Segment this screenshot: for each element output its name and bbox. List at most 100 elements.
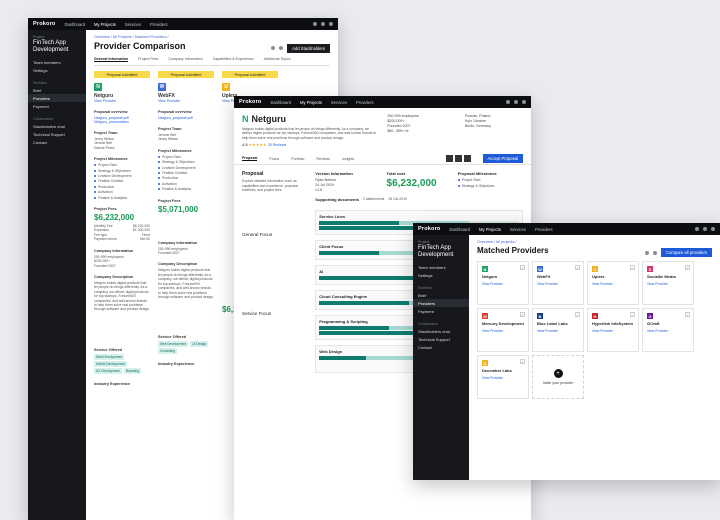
file-link[interactable]: Netguru_proposal.pdf (158, 116, 214, 120)
tab-fees[interactable]: Project Fees (138, 57, 158, 62)
sidebar-item-contact[interactable]: Contact (33, 138, 81, 146)
share-icon[interactable] (653, 250, 658, 255)
view-provider-link[interactable]: View Provider (482, 376, 524, 380)
sidebar-item-chat[interactable]: Stackholders chat (418, 327, 464, 335)
check-icon[interactable]: ✓ (575, 265, 580, 270)
provider-card[interactable]: H Hyperlink InfoSystem View Provider ✓ (587, 308, 639, 352)
provider-card[interactable]: N Netguru View Provider ✓ (477, 261, 529, 305)
check-icon[interactable]: ✓ (685, 265, 690, 270)
brand-logo[interactable]: Prokoro (33, 21, 56, 27)
nav-dashboard[interactable]: Dashboard (450, 227, 471, 232)
file-link[interactable]: Netguru_presentation (94, 120, 150, 124)
sidebar-item-settings[interactable]: Settings (33, 66, 81, 74)
sidebar-item-team[interactable]: Team members (418, 263, 464, 271)
check-icon[interactable]: ✓ (630, 312, 635, 317)
nav-providers[interactable]: Providers (150, 22, 168, 27)
nav-projects[interactable]: My Projects (479, 227, 501, 232)
proposal-heading: Proposal (242, 171, 264, 178)
nav-projects[interactable]: My Projects (300, 100, 322, 105)
sidebar-item-team[interactable]: Team members (33, 58, 81, 66)
nav-services[interactable]: Services (331, 100, 347, 105)
brand-logo[interactable]: Prokoro (418, 226, 441, 232)
bell-icon[interactable] (514, 100, 518, 104)
print-icon[interactable] (645, 250, 650, 255)
tab-proposal[interactable]: Proposal (242, 156, 258, 162)
bell-icon[interactable] (321, 22, 325, 26)
nav-providers[interactable]: Providers (356, 100, 374, 105)
reviews-link[interactable]: 25 Reviews (268, 143, 287, 147)
tab-general[interactable]: General Information (94, 57, 129, 62)
view-provider-link[interactable]: View Provider (482, 282, 524, 286)
provider-card[interactable]: B Blue Label Labs View Provider ✓ (532, 308, 584, 352)
provider-card[interactable]: U Uplers View Provider ✓ (587, 261, 639, 305)
provider-card[interactable]: D December Labs View Provider ✓ (477, 355, 529, 399)
search-icon[interactable] (695, 227, 699, 231)
sidebar-item-contact[interactable]: Contact (418, 343, 464, 351)
view-provider-link[interactable]: View Provider (94, 99, 150, 103)
avatar[interactable] (522, 100, 526, 104)
view-provider-link[interactable]: View Provider (592, 329, 634, 333)
sidebar-item-chat[interactable]: Stackholders chat (33, 122, 81, 130)
more-icon[interactable] (463, 155, 471, 163)
view-provider-link[interactable]: View Provider (592, 282, 634, 286)
provider-card[interactable]: G GCraft View Provider ✓ (642, 308, 694, 352)
search-icon[interactable] (506, 100, 510, 104)
grid-view-icon[interactable] (454, 155, 462, 163)
list-view-icon[interactable] (445, 155, 453, 163)
invite-provider-card[interactable]: + Invite your provider (532, 355, 584, 399)
accept-proposal-button[interactable]: Accept Proposal (482, 154, 523, 164)
avatar[interactable] (329, 22, 333, 26)
search-icon[interactable] (313, 22, 317, 26)
view-provider-link[interactable]: View Provider (537, 329, 579, 333)
view-provider-link[interactable]: View Provider (482, 329, 524, 333)
sidebar-item-support[interactable]: Technical Support (33, 130, 81, 138)
print-icon[interactable] (271, 46, 276, 50)
nav-providers[interactable]: Providers (535, 227, 553, 232)
sidebar-item-providers[interactable]: Providers (28, 94, 86, 102)
view-provider-link[interactable]: View Provider (158, 99, 214, 103)
check-icon[interactable]: ✓ (630, 265, 635, 270)
tab-portfolio[interactable]: Portfolio (291, 157, 304, 161)
sidebar-item-brief[interactable]: Brief (33, 86, 81, 94)
provider-card[interactable]: S Sociallix Media View Provider ✓ (642, 261, 694, 305)
docs-count[interactable]: 2 attachments (363, 197, 384, 204)
tab-additional[interactable]: Additional Topics (264, 57, 291, 62)
tab-capabilities[interactable]: Capabilities & Experience (213, 57, 254, 62)
add-stackholders-button[interactable]: Add Stackholders (287, 43, 330, 53)
sidebar-item-providers[interactable]: Providers (413, 299, 469, 307)
check-icon[interactable]: ✓ (520, 312, 525, 317)
check-icon[interactable]: ✓ (575, 312, 580, 317)
brand-logo[interactable]: Prokoro (239, 99, 262, 105)
location-link[interactable]: Berlin, Germany (465, 124, 523, 129)
check-icon[interactable]: ✓ (685, 312, 690, 317)
nav-services[interactable]: Services (125, 22, 141, 27)
sidebar-item-brief[interactable]: Brief (418, 291, 464, 299)
tab-insights[interactable]: Insights (342, 157, 354, 161)
view-provider-link[interactable]: View Provider (647, 282, 689, 286)
nav-projects[interactable]: My Projects (94, 22, 116, 27)
netguru-logo-icon: N (94, 83, 102, 91)
provider-card[interactable]: M Mercury Development View Provider ✓ (477, 308, 529, 352)
sidebar-item-payment[interactable]: Payment (33, 102, 81, 110)
share-icon[interactable] (279, 46, 284, 50)
check-icon[interactable]: ✓ (520, 359, 525, 364)
provider-card[interactable]: W WebFX View Provider ✓ (532, 261, 584, 305)
avatar[interactable] (711, 227, 715, 231)
view-provider-link[interactable]: View Provider (647, 329, 689, 333)
view-provider-link[interactable]: View Provider (537, 282, 579, 286)
nav-dashboard[interactable]: Dashboard (65, 22, 86, 27)
sidebar-item-settings[interactable]: Settings (418, 271, 464, 279)
docs-label: Supporting documents (315, 197, 360, 203)
tab-reviews[interactable]: Reviews (316, 157, 330, 161)
tab-company[interactable]: Company Information (168, 57, 202, 62)
tab-focus[interactable]: Focus (269, 157, 279, 161)
bell-icon[interactable] (703, 227, 707, 231)
sidebar-item-payment[interactable]: Payment (418, 307, 464, 315)
check-icon[interactable]: ✓ (520, 265, 525, 270)
sidebar: Project FinTech App Development Team mem… (28, 30, 86, 520)
nav-dashboard[interactable]: Dashboard (271, 100, 292, 105)
sidebar-item-support[interactable]: Technical Support (418, 335, 464, 343)
compare-all-button[interactable]: Compare all providers (661, 248, 712, 257)
nav-services[interactable]: Services (510, 227, 526, 232)
submitted-by: Ryan Nelson (315, 178, 336, 183)
